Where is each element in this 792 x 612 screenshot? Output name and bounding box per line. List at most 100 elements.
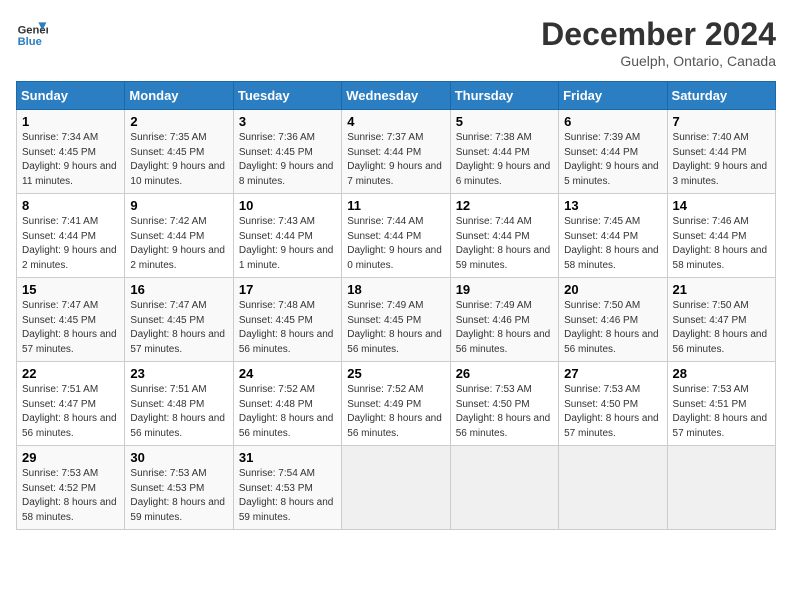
- calendar-cell: 18 Sunrise: 7:49 AMSunset: 4:45 PMDaylig…: [342, 278, 450, 362]
- calendar-table: SundayMondayTuesdayWednesdayThursdayFrid…: [16, 81, 776, 530]
- day-number: 25: [347, 366, 444, 381]
- calendar-cell: 29 Sunrise: 7:53 AMSunset: 4:52 PMDaylig…: [17, 446, 125, 530]
- day-number: 21: [673, 282, 770, 297]
- day-number: 23: [130, 366, 227, 381]
- calendar-cell: 22 Sunrise: 7:51 AMSunset: 4:47 PMDaylig…: [17, 362, 125, 446]
- day-number: 28: [673, 366, 770, 381]
- day-detail: Sunrise: 7:45 AMSunset: 4:44 PMDaylight:…: [564, 216, 659, 271]
- calendar-week-3: 15 Sunrise: 7:47 AMSunset: 4:45 PMDaylig…: [17, 278, 776, 362]
- day-detail: Sunrise: 7:49 AMSunset: 4:45 PMDaylight:…: [347, 300, 442, 355]
- calendar-cell: 16 Sunrise: 7:47 AMSunset: 4:45 PMDaylig…: [125, 278, 233, 362]
- day-detail: Sunrise: 7:49 AMSunset: 4:46 PMDaylight:…: [456, 300, 551, 355]
- weekday-monday: Monday: [125, 82, 233, 110]
- day-number: 14: [673, 198, 770, 213]
- day-number: 1: [22, 114, 119, 129]
- calendar-cell: 11 Sunrise: 7:44 AMSunset: 4:44 PMDaylig…: [342, 194, 450, 278]
- day-detail: Sunrise: 7:48 AMSunset: 4:45 PMDaylight:…: [239, 300, 334, 355]
- calendar-cell: 14 Sunrise: 7:46 AMSunset: 4:44 PMDaylig…: [667, 194, 775, 278]
- day-detail: Sunrise: 7:53 AMSunset: 4:52 PMDaylight:…: [22, 468, 117, 523]
- calendar-cell: [450, 446, 558, 530]
- calendar-cell: 13 Sunrise: 7:45 AMSunset: 4:44 PMDaylig…: [559, 194, 667, 278]
- calendar-cell: 1 Sunrise: 7:34 AMSunset: 4:45 PMDayligh…: [17, 110, 125, 194]
- day-detail: Sunrise: 7:46 AMSunset: 4:44 PMDaylight:…: [673, 216, 768, 271]
- day-number: 17: [239, 282, 336, 297]
- weekday-friday: Friday: [559, 82, 667, 110]
- calendar-cell: [342, 446, 450, 530]
- calendar-week-2: 8 Sunrise: 7:41 AMSunset: 4:44 PMDayligh…: [17, 194, 776, 278]
- calendar-cell: 3 Sunrise: 7:36 AMSunset: 4:45 PMDayligh…: [233, 110, 341, 194]
- day-number: 4: [347, 114, 444, 129]
- calendar-cell: 7 Sunrise: 7:40 AMSunset: 4:44 PMDayligh…: [667, 110, 775, 194]
- day-number: 31: [239, 450, 336, 465]
- calendar-cell: 9 Sunrise: 7:42 AMSunset: 4:44 PMDayligh…: [125, 194, 233, 278]
- day-number: 19: [456, 282, 553, 297]
- day-detail: Sunrise: 7:43 AMSunset: 4:44 PMDaylight:…: [239, 216, 334, 271]
- day-detail: Sunrise: 7:53 AMSunset: 4:50 PMDaylight:…: [456, 384, 551, 439]
- day-detail: Sunrise: 7:54 AMSunset: 4:53 PMDaylight:…: [239, 468, 334, 523]
- day-detail: Sunrise: 7:41 AMSunset: 4:44 PMDaylight:…: [22, 216, 117, 271]
- calendar-cell: 25 Sunrise: 7:52 AMSunset: 4:49 PMDaylig…: [342, 362, 450, 446]
- day-number: 15: [22, 282, 119, 297]
- day-detail: Sunrise: 7:36 AMSunset: 4:45 PMDaylight:…: [239, 132, 334, 187]
- calendar-cell: 26 Sunrise: 7:53 AMSunset: 4:50 PMDaylig…: [450, 362, 558, 446]
- calendar-cell: 19 Sunrise: 7:49 AMSunset: 4:46 PMDaylig…: [450, 278, 558, 362]
- calendar-cell: 15 Sunrise: 7:47 AMSunset: 4:45 PMDaylig…: [17, 278, 125, 362]
- weekday-header-row: SundayMondayTuesdayWednesdayThursdayFrid…: [17, 82, 776, 110]
- day-detail: Sunrise: 7:35 AMSunset: 4:45 PMDaylight:…: [130, 132, 225, 187]
- calendar-cell: 23 Sunrise: 7:51 AMSunset: 4:48 PMDaylig…: [125, 362, 233, 446]
- weekday-thursday: Thursday: [450, 82, 558, 110]
- day-number: 11: [347, 198, 444, 213]
- day-number: 9: [130, 198, 227, 213]
- calendar-cell: 28 Sunrise: 7:53 AMSunset: 4:51 PMDaylig…: [667, 362, 775, 446]
- day-detail: Sunrise: 7:44 AMSunset: 4:44 PMDaylight:…: [456, 216, 551, 271]
- svg-text:Blue: Blue: [18, 36, 42, 48]
- logo: General Blue: [16, 16, 48, 48]
- day-detail: Sunrise: 7:53 AMSunset: 4:50 PMDaylight:…: [564, 384, 659, 439]
- day-number: 30: [130, 450, 227, 465]
- day-detail: Sunrise: 7:47 AMSunset: 4:45 PMDaylight:…: [130, 300, 225, 355]
- calendar-week-1: 1 Sunrise: 7:34 AMSunset: 4:45 PMDayligh…: [17, 110, 776, 194]
- day-number: 10: [239, 198, 336, 213]
- day-detail: Sunrise: 7:44 AMSunset: 4:44 PMDaylight:…: [347, 216, 442, 271]
- calendar-cell: 21 Sunrise: 7:50 AMSunset: 4:47 PMDaylig…: [667, 278, 775, 362]
- calendar-cell: 24 Sunrise: 7:52 AMSunset: 4:48 PMDaylig…: [233, 362, 341, 446]
- day-detail: Sunrise: 7:39 AMSunset: 4:44 PMDaylight:…: [564, 132, 659, 187]
- day-number: 18: [347, 282, 444, 297]
- day-detail: Sunrise: 7:52 AMSunset: 4:48 PMDaylight:…: [239, 384, 334, 439]
- day-detail: Sunrise: 7:53 AMSunset: 4:53 PMDaylight:…: [130, 468, 225, 523]
- calendar-cell: 12 Sunrise: 7:44 AMSunset: 4:44 PMDaylig…: [450, 194, 558, 278]
- day-number: 5: [456, 114, 553, 129]
- day-detail: Sunrise: 7:40 AMSunset: 4:44 PMDaylight:…: [673, 132, 768, 187]
- day-number: 13: [564, 198, 661, 213]
- logo-icon: General Blue: [16, 16, 48, 48]
- calendar-cell: 6 Sunrise: 7:39 AMSunset: 4:44 PMDayligh…: [559, 110, 667, 194]
- day-detail: Sunrise: 7:37 AMSunset: 4:44 PMDaylight:…: [347, 132, 442, 187]
- day-detail: Sunrise: 7:47 AMSunset: 4:45 PMDaylight:…: [22, 300, 117, 355]
- calendar-week-4: 22 Sunrise: 7:51 AMSunset: 4:47 PMDaylig…: [17, 362, 776, 446]
- calendar-cell: [559, 446, 667, 530]
- day-detail: Sunrise: 7:52 AMSunset: 4:49 PMDaylight:…: [347, 384, 442, 439]
- title-block: December 2024 Guelph, Ontario, Canada: [541, 16, 776, 69]
- day-detail: Sunrise: 7:50 AMSunset: 4:47 PMDaylight:…: [673, 300, 768, 355]
- location: Guelph, Ontario, Canada: [541, 53, 776, 69]
- weekday-wednesday: Wednesday: [342, 82, 450, 110]
- day-number: 27: [564, 366, 661, 381]
- calendar-week-5: 29 Sunrise: 7:53 AMSunset: 4:52 PMDaylig…: [17, 446, 776, 530]
- day-number: 24: [239, 366, 336, 381]
- day-number: 26: [456, 366, 553, 381]
- day-detail: Sunrise: 7:34 AMSunset: 4:45 PMDaylight:…: [22, 132, 117, 187]
- day-detail: Sunrise: 7:50 AMSunset: 4:46 PMDaylight:…: [564, 300, 659, 355]
- day-number: 6: [564, 114, 661, 129]
- month-title: December 2024: [541, 16, 776, 53]
- page-header: General Blue December 2024 Guelph, Ontar…: [16, 16, 776, 69]
- weekday-sunday: Sunday: [17, 82, 125, 110]
- calendar-body: 1 Sunrise: 7:34 AMSunset: 4:45 PMDayligh…: [17, 110, 776, 530]
- calendar-cell: 10 Sunrise: 7:43 AMSunset: 4:44 PMDaylig…: [233, 194, 341, 278]
- calendar-cell: 30 Sunrise: 7:53 AMSunset: 4:53 PMDaylig…: [125, 446, 233, 530]
- day-number: 2: [130, 114, 227, 129]
- day-number: 29: [22, 450, 119, 465]
- day-detail: Sunrise: 7:38 AMSunset: 4:44 PMDaylight:…: [456, 132, 551, 187]
- day-detail: Sunrise: 7:42 AMSunset: 4:44 PMDaylight:…: [130, 216, 225, 271]
- day-detail: Sunrise: 7:53 AMSunset: 4:51 PMDaylight:…: [673, 384, 768, 439]
- calendar-cell: 4 Sunrise: 7:37 AMSunset: 4:44 PMDayligh…: [342, 110, 450, 194]
